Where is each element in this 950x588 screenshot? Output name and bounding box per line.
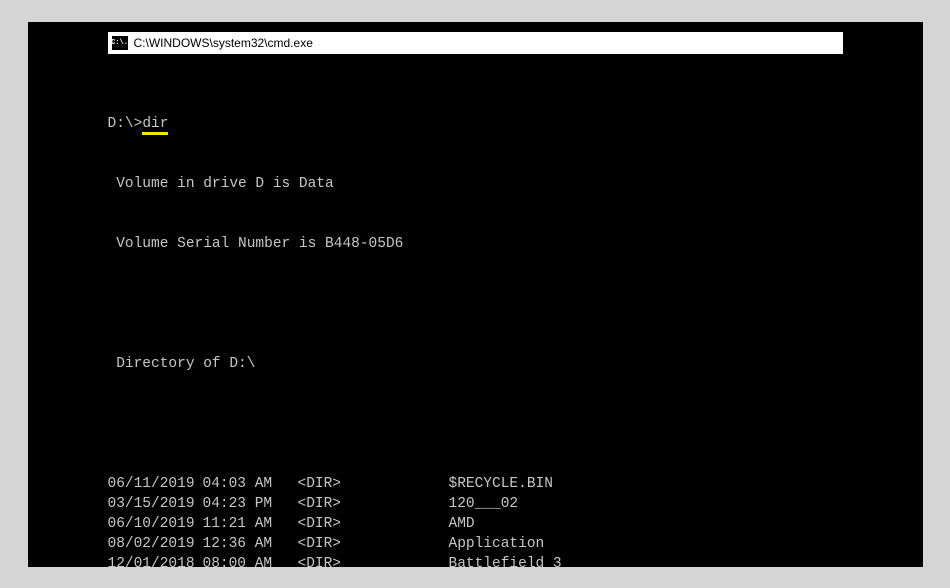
cmd-icon: C:\. — [112, 36, 128, 50]
entry-dir-flag: <DIR> — [298, 534, 356, 554]
dir-entry: 12/01/201808:00 AM<DIR> Battlefield 3 — [108, 554, 923, 567]
volume-line: Volume in drive D is Data — [108, 174, 923, 194]
dir-entry: 06/10/201911:21 AM<DIR> AMD — [108, 514, 923, 534]
entry-time: 04:23 PM — [203, 494, 298, 514]
dir-entry: 03/15/201904:23 PM<DIR> 120___02 — [108, 494, 923, 514]
entry-date: 03/15/2019 — [108, 494, 203, 514]
entry-date: 08/02/2019 — [108, 534, 203, 554]
entry-name: $RECYCLE.BIN — [441, 474, 553, 494]
entry-name: AMD — [441, 514, 475, 534]
blank-line — [108, 294, 923, 314]
entry-dir-flag: <DIR> — [298, 514, 356, 534]
entry-date: 06/11/2019 — [108, 474, 203, 494]
prompt: D:\> — [108, 116, 143, 132]
prompt-line: D:\>dir — [108, 114, 923, 134]
cmd-window-frame: C:\. C:\WINDOWS\system32\cmd.exe D:\>dir… — [28, 22, 923, 567]
entry-time: 11:21 AM — [203, 514, 298, 534]
entry-time: 08:00 AM — [203, 554, 298, 567]
entry-date: 06/10/2019 — [108, 514, 203, 534]
entry-dir-flag: <DIR> — [298, 494, 356, 514]
directory-listing: 06/11/201904:03 AM<DIR>$RECYCLE.BIN03/15… — [108, 474, 923, 567]
window-title: C:\WINDOWS\system32\cmd.exe — [134, 36, 313, 50]
entry-name: Battlefield 3 — [441, 554, 562, 567]
entry-name: 120___02 — [441, 494, 519, 514]
terminal-output[interactable]: D:\>dir Volume in drive D is Data Volume… — [28, 54, 923, 567]
directory-of-line: Directory of D:\ — [108, 354, 923, 374]
dir-entry: 06/11/201904:03 AM<DIR> $RECYCLE.BIN — [108, 474, 923, 494]
entry-date: 12/01/2018 — [108, 554, 203, 567]
entry-name: Application — [441, 534, 545, 554]
entry-dir-flag: <DIR> — [298, 474, 356, 494]
serial-line: Volume Serial Number is B448-05D6 — [108, 234, 923, 254]
title-bar: C:\. C:\WINDOWS\system32\cmd.exe — [108, 32, 843, 54]
entry-time: 04:03 AM — [203, 474, 298, 494]
entry-time: 12:36 AM — [203, 534, 298, 554]
dir-entry: 08/02/201912:36 AM<DIR> Application — [108, 534, 923, 554]
command-text: dir — [142, 116, 168, 135]
blank-line — [108, 414, 923, 434]
entry-dir-flag: <DIR> — [298, 554, 356, 567]
